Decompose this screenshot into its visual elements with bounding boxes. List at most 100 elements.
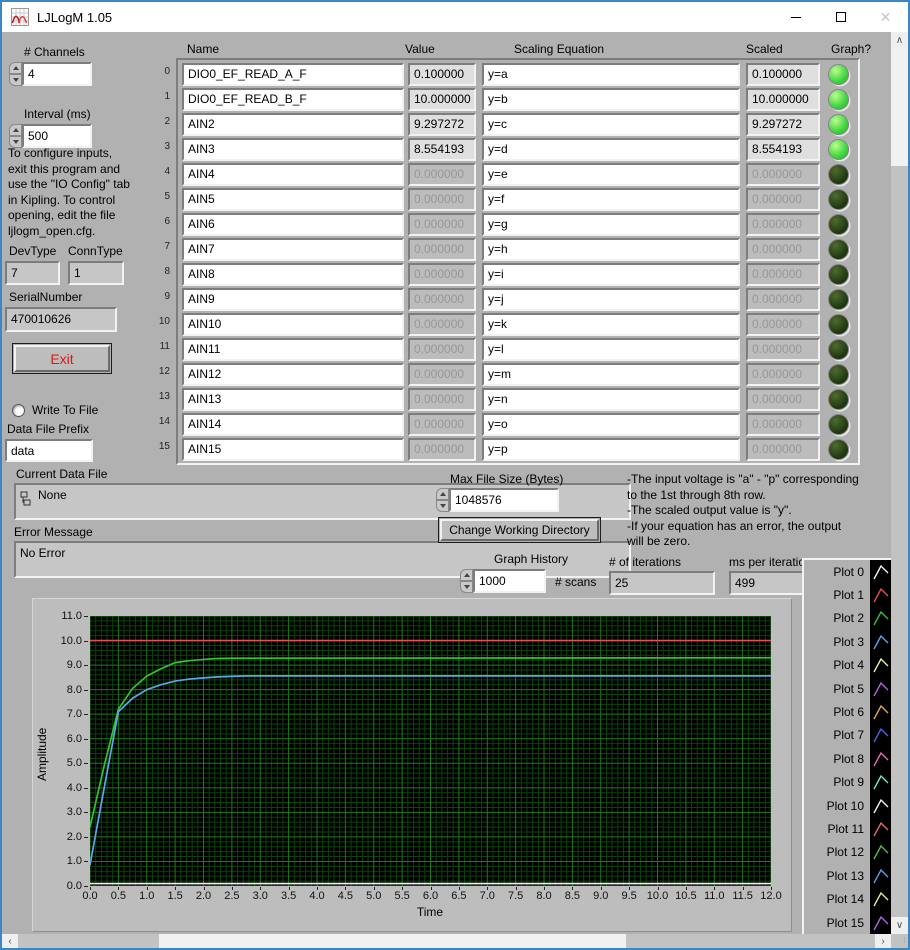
max-file-size-spinner[interactable] — [436, 488, 449, 512]
legend-item[interactable]: Plot 2 — [804, 607, 891, 630]
resize-grip[interactable]: ⁝ — [891, 934, 908, 948]
legend-item[interactable]: Plot 8 — [804, 747, 891, 770]
legend-item[interactable]: Plot 9 — [804, 771, 891, 794]
channel-name-input[interactable]: AIN3 — [182, 138, 404, 161]
data-file-prefix-input[interactable]: data — [5, 439, 93, 462]
graph-enable-led[interactable] — [828, 114, 849, 135]
channel-name-input[interactable]: AIN8 — [182, 263, 404, 286]
scaling-equation-input[interactable]: y=e — [482, 163, 740, 186]
scaling-equation-input[interactable]: y=m — [482, 363, 740, 386]
scaling-equation-input[interactable]: y=k — [482, 313, 740, 336]
graph-enable-led[interactable] — [828, 414, 849, 435]
graph-enable-led[interactable] — [828, 314, 849, 335]
scaling-equation-input[interactable]: y=g — [482, 213, 740, 236]
channel-name-input[interactable]: AIN11 — [182, 338, 404, 361]
channel-name-input[interactable]: AIN4 — [182, 163, 404, 186]
graph-history-input[interactable]: 1000 — [473, 569, 546, 593]
graph-history-decrement-button[interactable] — [460, 581, 473, 593]
scaling-equation-input[interactable]: y=i — [482, 263, 740, 286]
max-file-size-decrement-button[interactable] — [436, 500, 449, 512]
write-to-file-radio[interactable] — [12, 404, 25, 417]
graph-enable-led[interactable] — [828, 239, 849, 260]
vertical-scrollbar[interactable]: ∧ ∨ — [891, 32, 908, 934]
channel-name-input[interactable]: AIN7 — [182, 238, 404, 261]
interval-input[interactable]: 500 — [22, 124, 92, 148]
interval-spinner[interactable] — [9, 124, 22, 148]
scaling-equation-input[interactable]: y=a — [482, 63, 740, 86]
scroll-up-button[interactable]: ∧ — [891, 32, 908, 49]
scaling-equation-input[interactable]: y=l — [482, 338, 740, 361]
scaling-equation-input[interactable]: y=d — [482, 138, 740, 161]
horizontal-scrollbar-thumb[interactable] — [159, 934, 626, 948]
graph-enable-led[interactable] — [828, 364, 849, 385]
channel-value-field: 0.000000 — [408, 388, 476, 411]
graph-enable-led[interactable] — [828, 164, 849, 185]
change-working-directory-button[interactable]: Change Working Directory — [438, 517, 601, 543]
scaling-equation-input[interactable]: y=j — [482, 288, 740, 311]
max-file-size-increment-button[interactable] — [436, 488, 449, 500]
channel-name-input[interactable]: AIN12 — [182, 363, 404, 386]
close-button[interactable]: ✕ — [863, 2, 908, 32]
graph-enable-led[interactable] — [828, 189, 849, 210]
vertical-scrollbar-thumb[interactable] — [891, 49, 908, 166]
channel-name-input[interactable]: AIN2 — [182, 113, 404, 136]
legend-item[interactable]: Plot 5 — [804, 677, 891, 700]
graph-enable-led[interactable] — [828, 214, 849, 235]
legend-item[interactable]: Plot 4 — [804, 654, 891, 677]
waveform-graph: Amplitude 0.01.02.03.04.05.06.07.08.09.0… — [32, 598, 792, 932]
graph-enable-led[interactable] — [828, 339, 849, 360]
scaling-equation-input[interactable]: y=h — [482, 238, 740, 261]
channels-increment-button[interactable] — [9, 62, 22, 74]
scroll-down-button[interactable]: ∨ — [891, 917, 908, 934]
channel-name-input[interactable]: AIN15 — [182, 438, 404, 461]
scaling-equation-input[interactable]: y=o — [482, 413, 740, 436]
channels-decrement-button[interactable] — [9, 74, 22, 86]
channel-name-input[interactable]: AIN13 — [182, 388, 404, 411]
graph-enable-led[interactable] — [828, 139, 849, 160]
legend-item-label: Plot 13 — [827, 869, 870, 883]
channels-input[interactable]: 4 — [22, 62, 92, 86]
scaling-equation-input[interactable]: y=c — [482, 113, 740, 136]
channel-name-input[interactable]: AIN10 — [182, 313, 404, 336]
scroll-left-button[interactable]: ‹ — [2, 934, 18, 948]
legend-item-label: Plot 2 — [833, 611, 870, 625]
scaling-equation-input[interactable]: y=b — [482, 88, 740, 111]
graph-enable-led[interactable] — [828, 264, 849, 285]
scaling-equation-input[interactable]: y=p — [482, 438, 740, 461]
channel-name-input[interactable]: AIN5 — [182, 188, 404, 211]
scaling-equation-input[interactable]: y=f — [482, 188, 740, 211]
channel-name-input[interactable]: DIO0_EF_READ_B_F — [182, 88, 404, 111]
scaling-equation-input[interactable]: y=n — [482, 388, 740, 411]
legend-item[interactable]: Plot 7 — [804, 724, 891, 747]
max-file-size-input[interactable]: 1048576 — [449, 488, 559, 512]
legend-item[interactable]: Plot 11 — [804, 817, 891, 840]
channel-name-input[interactable]: AIN14 — [182, 413, 404, 436]
horizontal-scrollbar[interactable]: ‹ › — [2, 934, 891, 948]
graph-enable-led[interactable] — [828, 64, 849, 85]
graph-enable-led[interactable] — [828, 439, 849, 460]
scroll-right-button[interactable]: › — [875, 934, 891, 948]
maximize-button[interactable] — [818, 2, 863, 32]
legend-item[interactable]: Plot 14 — [804, 887, 891, 910]
legend-item[interactable]: Plot 0 — [804, 560, 891, 583]
channel-name-input[interactable]: AIN9 — [182, 288, 404, 311]
legend-item[interactable]: Plot 12 — [804, 841, 891, 864]
legend-item[interactable]: Plot 6 — [804, 700, 891, 723]
legend-item[interactable]: Plot 15 — [804, 911, 891, 934]
graph-history-increment-button[interactable] — [460, 569, 473, 581]
minimize-button[interactable] — [773, 2, 818, 32]
graph-enable-led[interactable] — [828, 389, 849, 410]
legend-item[interactable]: Plot 3 — [804, 630, 891, 653]
channel-name-input[interactable]: DIO0_EF_READ_A_F — [182, 63, 404, 86]
graph-enable-led[interactable] — [828, 289, 849, 310]
graph-history-spinner[interactable] — [460, 569, 473, 593]
interval-increment-button[interactable] — [9, 124, 22, 136]
exit-button[interactable]: Exit — [12, 343, 112, 374]
legend-item[interactable]: Plot 13 — [804, 864, 891, 887]
graph-enable-led[interactable] — [828, 89, 849, 110]
write-to-file-control[interactable]: Write To File — [12, 403, 98, 417]
legend-item[interactable]: Plot 1 — [804, 583, 891, 606]
channels-spinner[interactable] — [9, 62, 22, 86]
channel-name-input[interactable]: AIN6 — [182, 213, 404, 236]
legend-item[interactable]: Plot 10 — [804, 794, 891, 817]
